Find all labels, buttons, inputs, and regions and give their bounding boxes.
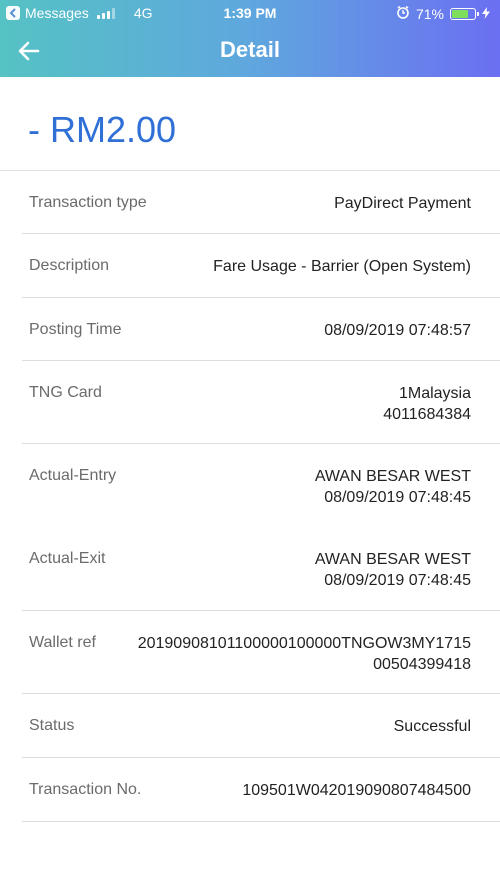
detail-label: Actual-Entry — [29, 467, 117, 484]
detail-value-line: 08/09/2019 07:48:45 — [324, 489, 471, 506]
detail-value-line: 4011684384 — [383, 406, 471, 423]
detail-row-transaction-type: Transaction type PayDirect Payment — [22, 171, 500, 234]
battery-percent: 71% — [415, 5, 444, 22]
charging-icon — [482, 6, 490, 22]
detail-value: AWAN BESAR WEST 08/09/2019 07:48:45 — [315, 466, 471, 508]
status-bar-right: 71% — [396, 5, 490, 22]
detail-value: AWAN BESAR WEST 08/09/2019 07:48:45 — [315, 549, 471, 591]
battery-icon — [450, 7, 479, 20]
detail-value-line: AWAN BESAR WEST — [314, 551, 471, 568]
status-bar: Messages 4G 1:39 PM 71% — [0, 0, 500, 26]
detail-row-actual-entry: Actual-Entry AWAN BESAR WEST 08/09/2019 … — [22, 444, 500, 527]
details-list: Transaction type PayDirect Payment Descr… — [22, 171, 500, 822]
detail-value: 08/09/2019 07:48:57 — [324, 322, 471, 339]
detail-value-line: 08/09/2019 07:48:45 — [324, 572, 471, 589]
detail-row-description: Description Fare Usage - Barrier (Open S… — [22, 234, 500, 298]
status-value: Successful — [393, 718, 471, 735]
page-title: Detail — [220, 37, 280, 62]
detail-row-transaction-no: Transaction No. 109501W04201909080748450… — [22, 758, 500, 822]
detail-value-line: AWAN BESAR WEST — [314, 468, 471, 485]
detail-row-actual-exit: Actual-Exit AWAN BESAR WEST 08/09/2019 0… — [22, 527, 500, 611]
battery-fill — [452, 9, 468, 18]
detail-label: Transaction No. — [29, 781, 142, 798]
alarm-icon — [396, 5, 410, 22]
detail-label: TNG Card — [29, 384, 102, 401]
detail-value-line: 1Malaysia — [398, 385, 471, 402]
detail-row-status: Status Successful — [22, 694, 500, 758]
detail-value: Fare Usage - Barrier (Open System) — [213, 258, 471, 275]
amount-section: - RM2.00 — [0, 77, 500, 171]
detail-label: Wallet ref — [29, 634, 96, 651]
detail-label: Posting Time — [29, 321, 122, 338]
detail-value: PayDirect Payment — [334, 195, 471, 212]
detail-value-line: 00504399418 — [373, 656, 471, 673]
nav-bar: Detail — [0, 26, 500, 77]
detail-label: Description — [29, 257, 110, 274]
detail-row-tng-card: TNG Card 1Malaysia 4011684384 — [22, 361, 500, 444]
detail-label: Status — [29, 717, 75, 734]
detail-row-posting-time: Posting Time 08/09/2019 07:48:57 — [22, 298, 500, 361]
detail-label: Transaction type — [29, 194, 147, 211]
detail-label: Actual-Exit — [29, 550, 106, 567]
detail-value: 109501W042019090807484500 — [242, 782, 471, 799]
detail-value: 20190908101100000100000TNGOW3MY1715 0050… — [138, 633, 471, 675]
detail-row-wallet-ref: Wallet ref 20190908101100000100000TNGOW3… — [22, 611, 500, 694]
app-header: Messages 4G 1:39 PM 71% Detail — [0, 0, 500, 77]
detail-value: 1Malaysia 4011684384 — [383, 383, 471, 425]
detail-value-line: 20190908101100000100000TNGOW3MY1715 — [137, 635, 471, 652]
transaction-amount: - RM2.00 — [28, 109, 177, 150]
